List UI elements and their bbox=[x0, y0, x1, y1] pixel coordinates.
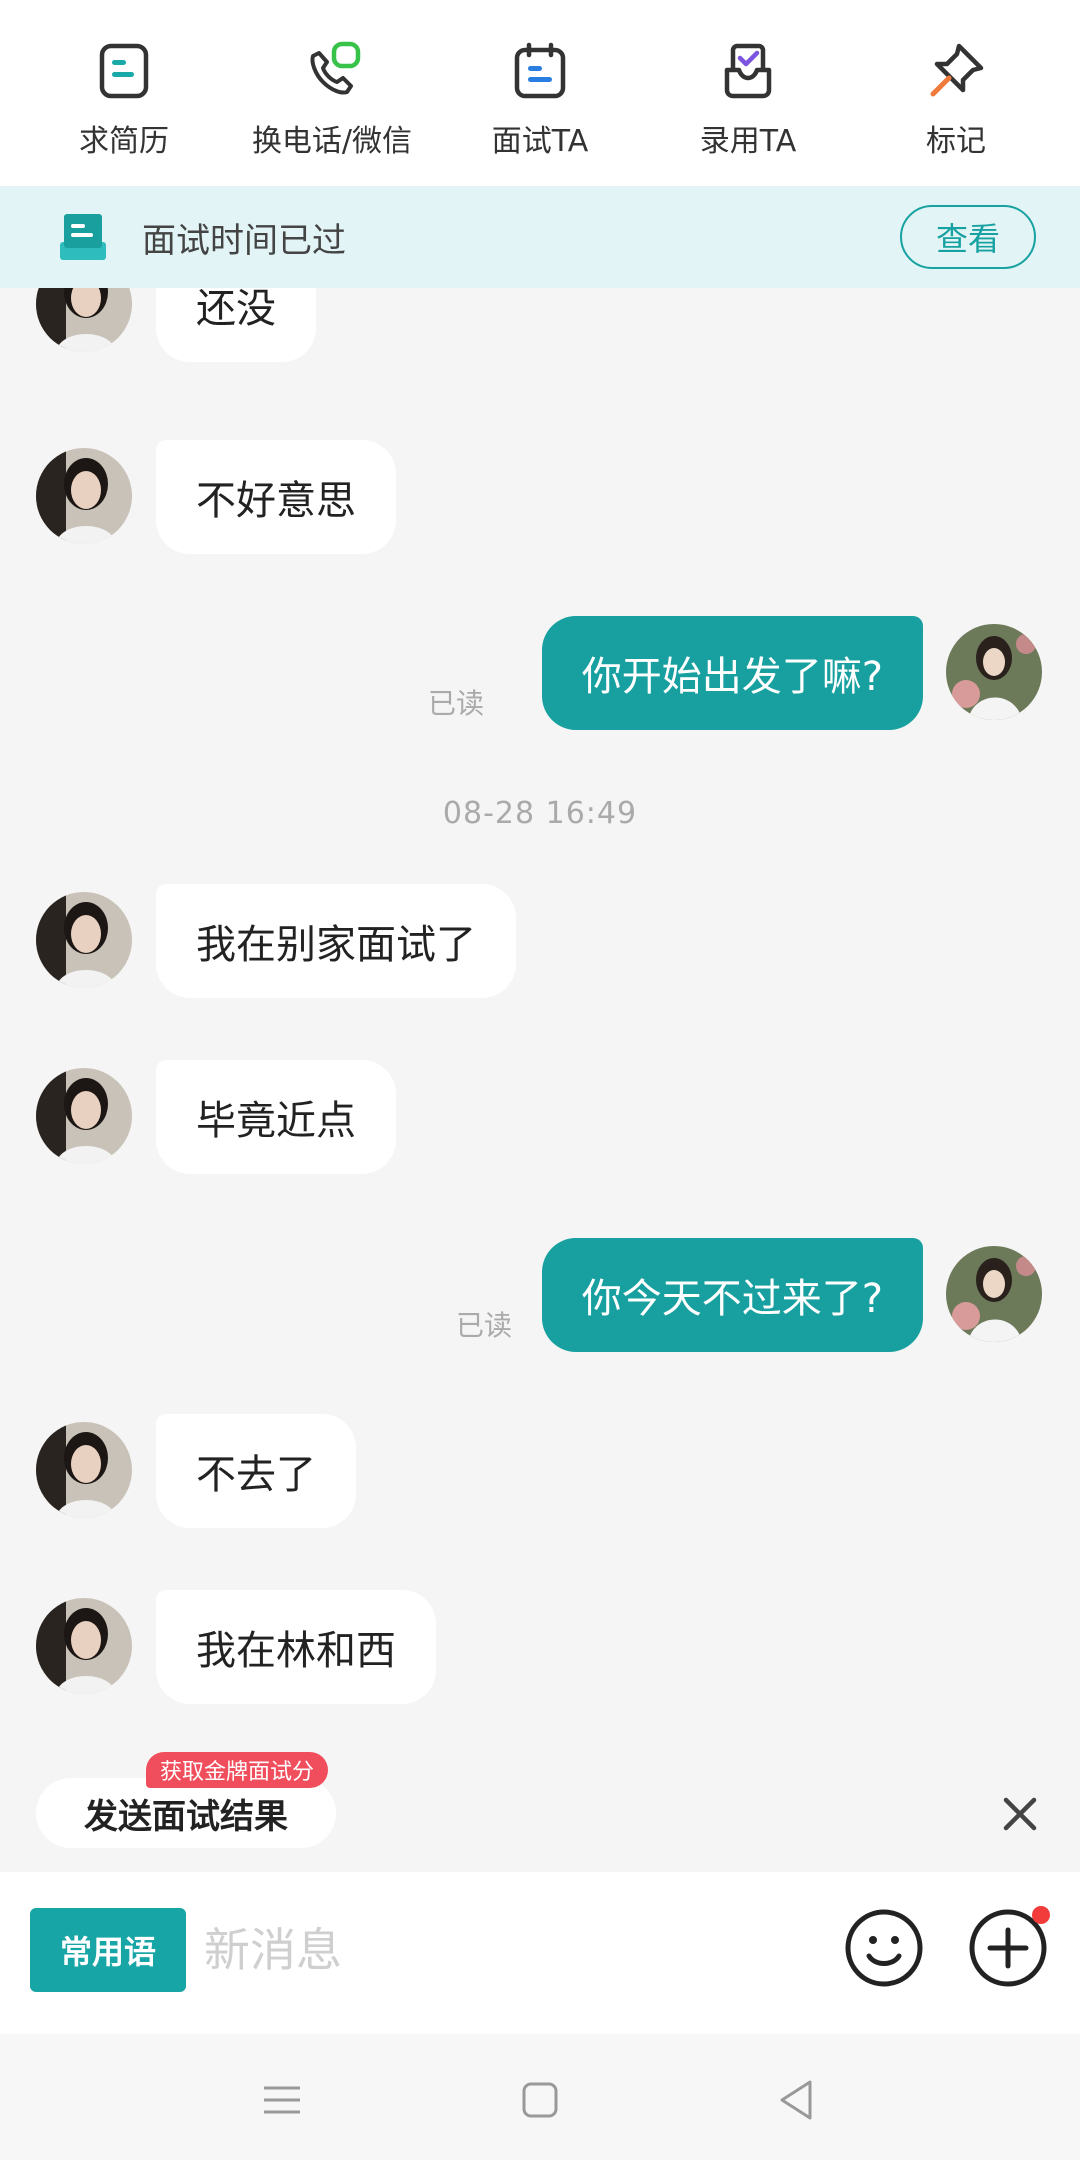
contact-avatar[interactable] bbox=[36, 1422, 132, 1518]
close-result-button[interactable] bbox=[996, 1790, 1044, 1838]
send-interview-result-button[interactable]: 发送面试结果 bbox=[36, 1778, 336, 1848]
incoming-bubble[interactable]: 不去了 bbox=[156, 1414, 356, 1528]
incoming-bubble[interactable]: 不好意思 bbox=[156, 440, 396, 554]
chat-area[interactable]: 还没 不好意思 已读 你开始出发了嘛? 08-28 16:49 我在别家面试了 … bbox=[0, 288, 1080, 1872]
exchange-contact-label: 换电话/微信 bbox=[251, 124, 413, 159]
outgoing-bubble[interactable]: 你开始出发了嘛? bbox=[541, 616, 923, 730]
interview-notice-bar: 面试时间已过 查看 bbox=[0, 186, 1080, 288]
view-button[interactable]: 查看 bbox=[900, 205, 1036, 269]
hire-button[interactable]: 录用TA bbox=[648, 0, 848, 160]
emoji-icon bbox=[845, 1909, 923, 1987]
contact-avatar[interactable] bbox=[36, 288, 132, 352]
my-avatar[interactable] bbox=[946, 1246, 1042, 1342]
exchange-contact-button[interactable]: 换电话/微信 bbox=[232, 0, 432, 160]
top-toolbar: 求简历 换电话/微信 面试TA 录用TA 标记 bbox=[0, 0, 1080, 186]
interview-calendar-icon bbox=[514, 42, 566, 99]
contact-avatar[interactable] bbox=[36, 1068, 132, 1164]
incoming-bubble[interactable]: 还没 bbox=[156, 288, 316, 362]
message-timestamp: 08-28 16:49 bbox=[442, 796, 638, 831]
outgoing-bubble[interactable]: 你今天不过来了? bbox=[541, 1238, 923, 1352]
pin-icon bbox=[930, 43, 984, 97]
hire-check-icon bbox=[724, 43, 772, 99]
message-input-bar: 常用语 bbox=[0, 1872, 1080, 2034]
read-status: 已读 bbox=[456, 1309, 513, 1342]
avatar-image bbox=[36, 1068, 132, 1164]
avatar-image bbox=[36, 288, 132, 352]
avatar-image bbox=[946, 1246, 1042, 1342]
avatar-image bbox=[36, 1598, 132, 1694]
interview-button[interactable]: 面试TA bbox=[440, 0, 640, 160]
notification-dot bbox=[1032, 1906, 1050, 1924]
system-navigation-bar bbox=[0, 2034, 1080, 2160]
avatar-image bbox=[36, 892, 132, 988]
gold-score-badge: 获取金牌面试分 bbox=[146, 1752, 329, 1788]
contact-avatar[interactable] bbox=[36, 448, 132, 544]
phone-wechat-icon bbox=[310, 41, 361, 95]
hire-label: 录用TA bbox=[699, 124, 797, 159]
document-stack-icon bbox=[60, 214, 106, 260]
request-resume-label: 求简历 bbox=[79, 124, 169, 159]
incoming-bubble[interactable]: 我在林和西 bbox=[156, 1590, 436, 1704]
message-input[interactable] bbox=[204, 1908, 784, 1992]
resume-icon bbox=[99, 43, 149, 99]
emoji-button[interactable] bbox=[844, 1908, 924, 1988]
contact-avatar[interactable] bbox=[36, 892, 132, 988]
back-triangle-icon bbox=[780, 2080, 812, 2120]
mark-button[interactable]: 标记 bbox=[856, 0, 1056, 160]
menu-icon bbox=[264, 2086, 300, 2114]
mark-label: 标记 bbox=[926, 124, 986, 159]
home-square-icon bbox=[522, 2082, 558, 2118]
my-avatar[interactable] bbox=[946, 624, 1042, 720]
incoming-bubble[interactable]: 毕竟近点 bbox=[156, 1060, 396, 1174]
common-phrases-button[interactable]: 常用语 bbox=[30, 1908, 186, 1992]
interview-label: 面试TA bbox=[491, 124, 589, 159]
request-resume-button[interactable]: 求简历 bbox=[24, 0, 224, 160]
menu-nav-button[interactable] bbox=[252, 2070, 312, 2130]
contact-avatar[interactable] bbox=[36, 1598, 132, 1694]
back-nav-button[interactable] bbox=[766, 2070, 826, 2130]
close-icon bbox=[1003, 1797, 1037, 1831]
incoming-bubble[interactable]: 我在别家面试了 bbox=[156, 884, 516, 998]
avatar-image bbox=[946, 624, 1042, 720]
read-status: 已读 bbox=[428, 687, 485, 720]
notice-text: 面试时间已过 bbox=[142, 220, 346, 261]
avatar-image bbox=[36, 1422, 132, 1518]
avatar-image bbox=[36, 448, 132, 544]
home-nav-button[interactable] bbox=[510, 2070, 570, 2130]
